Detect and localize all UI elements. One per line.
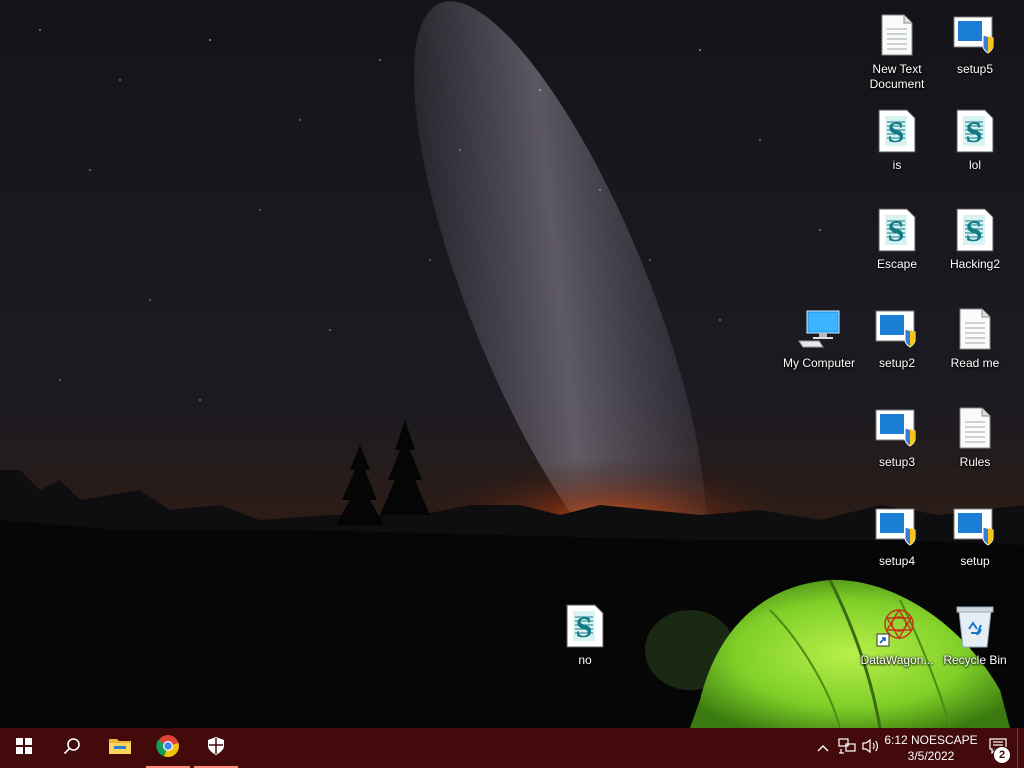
desktop-icon-is[interactable]: S is (858, 102, 936, 194)
desktop-icon-datawagon[interactable]: DataWagon... (858, 597, 936, 689)
desktop-icon-escape[interactable]: S Escape (858, 201, 936, 293)
desktop-icon-label: setup3 (878, 455, 916, 469)
desktop-icon-hacking2[interactable]: S Hacking2 (936, 201, 1014, 293)
notification-count-badge: 2 (993, 746, 1011, 764)
volume-button[interactable] (859, 728, 883, 768)
script-icon: S (953, 207, 997, 253)
desktop-icon-label: Read me (950, 356, 1000, 370)
desktop-icon-new-text-document[interactable]: New Text Document (858, 6, 936, 98)
desktop-icon-label: Hacking2 (949, 257, 1001, 271)
volume-icon (862, 738, 880, 759)
desktop-icon-read-me[interactable]: Read me (936, 300, 1014, 392)
desktop-icon-label: My Computer (782, 356, 856, 370)
desktop-icon-setup2[interactable]: setup2 (858, 300, 936, 392)
desktop-icon-setup[interactable]: setup (936, 498, 1014, 590)
clock-time: 6:12 NOESCAPE (884, 733, 978, 747)
text-document-icon (875, 12, 919, 58)
script-icon: S (953, 108, 997, 154)
installer-shield-icon (953, 504, 997, 550)
clock-button[interactable]: 6:12 NOESCAPE 3/5/2022 (883, 728, 979, 768)
desktop-icon-label: setup4 (878, 554, 916, 568)
chrome-icon (156, 734, 180, 763)
desktop-icon-label: setup2 (878, 356, 916, 370)
desktop-icon-label: is (892, 158, 902, 172)
desktop-icon-setup3[interactable]: setup3 (858, 399, 936, 491)
text-document-icon (953, 405, 997, 451)
desktop-icon-recycle-bin[interactable]: Recycle Bin (936, 597, 1014, 689)
show-hidden-icons-button[interactable] (811, 728, 835, 768)
script-icon: S (875, 207, 919, 253)
computer-icon (797, 306, 841, 352)
svg-text:S: S (966, 215, 983, 248)
desktop-icon-setup4[interactable]: setup4 (858, 498, 936, 590)
desktop-icon-setup5[interactable]: setup5 (936, 6, 1014, 98)
desktop-icon-label: no (578, 653, 592, 667)
installer-shield-icon (953, 12, 997, 58)
desktop-icon-label: New Text Document (869, 62, 925, 91)
desktop-icon-label: DataWagon... (860, 653, 934, 667)
desktop-icon-lol[interactable]: S lol (936, 102, 1014, 194)
desktop-icon-label: Escape (876, 257, 918, 271)
taskbar-security-button[interactable] (192, 728, 240, 768)
desktop-icon-label: lol (968, 158, 981, 172)
clock-date: 3/5/2022 (907, 749, 955, 763)
show-desktop-button[interactable] (1017, 728, 1024, 768)
desktop-icon-no[interactable]: S no (546, 597, 624, 689)
installer-shield-icon (875, 405, 919, 451)
system-tray: 6:12 NOESCAPE 3/5/2022 2 (811, 728, 1024, 768)
text-document-icon (953, 306, 997, 352)
action-center-button[interactable]: 2 (979, 728, 1017, 768)
search-button[interactable] (48, 728, 96, 768)
svg-text:S: S (576, 611, 593, 644)
desktop-icon-label: setup (960, 554, 990, 568)
svg-text:S: S (966, 116, 983, 149)
datawagon-shortcut-icon (875, 603, 919, 649)
windows-start-icon (16, 737, 32, 759)
desktop-icon-my-computer[interactable]: My Computer (780, 300, 858, 392)
svg-text:S: S (888, 215, 905, 248)
desktop-icon-label: Rules (959, 455, 991, 469)
taskbar: 6:12 NOESCAPE 3/5/2022 2 (0, 728, 1024, 768)
installer-shield-icon (875, 306, 919, 352)
desktop-icon-label: setup5 (956, 62, 994, 76)
svg-text:S: S (888, 116, 905, 149)
taskbar-file-explorer-button[interactable] (96, 728, 144, 768)
desktop-icon-label: Recycle Bin (943, 653, 1007, 667)
installer-shield-icon (875, 504, 919, 550)
folder-icon (108, 736, 132, 761)
network-button[interactable] (835, 728, 859, 768)
network-icon (838, 737, 856, 759)
chevron-up-icon (817, 739, 829, 757)
script-icon: S (563, 603, 607, 649)
search-icon (63, 737, 81, 760)
script-icon: S (875, 108, 919, 154)
desktop-icon-rules[interactable]: Rules (936, 399, 1014, 491)
start-button[interactable] (0, 728, 48, 768)
recycle-bin-icon (953, 603, 997, 649)
shield-icon (207, 736, 225, 761)
taskbar-chrome-button[interactable] (144, 728, 192, 768)
